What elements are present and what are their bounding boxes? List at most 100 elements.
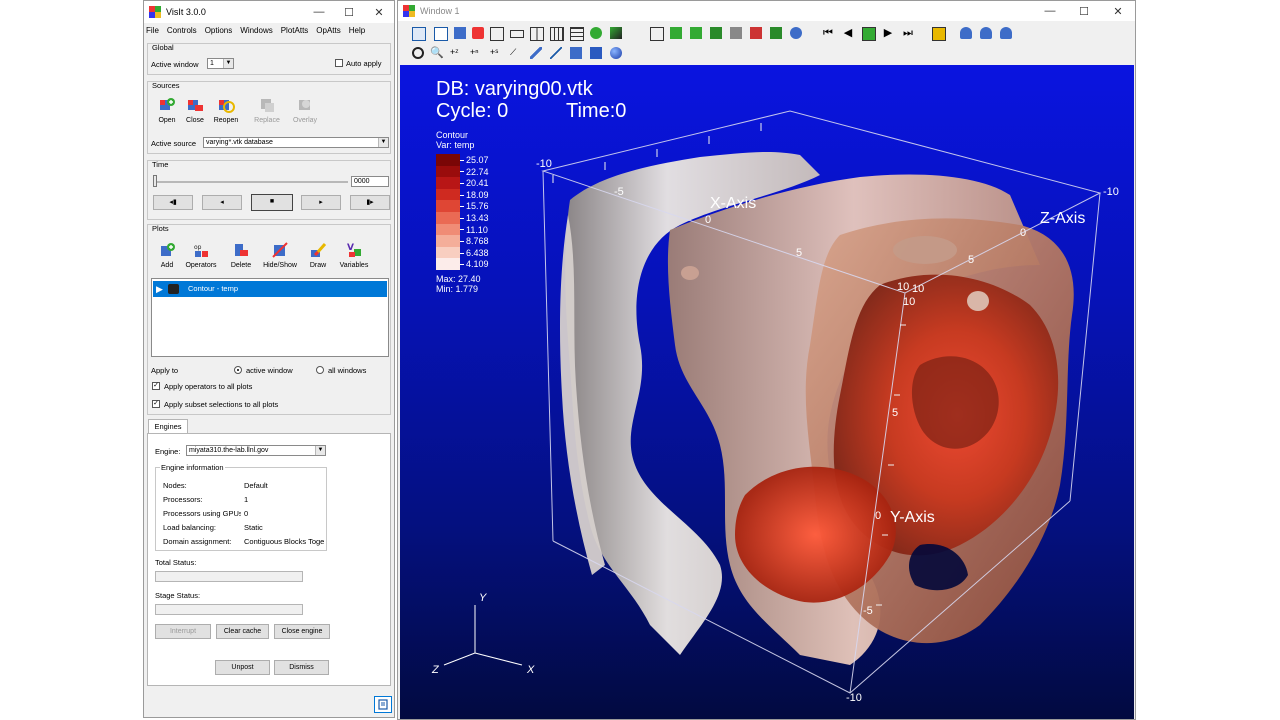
- minimize-icon[interactable]: —: [1033, 5, 1067, 17]
- add-plot-button[interactable]: Add: [151, 241, 183, 269]
- reopen-button[interactable]: Reopen: [210, 96, 242, 124]
- lock-view-icon[interactable]: [590, 27, 602, 39]
- render-canvas[interactable]: X-Axis Y-Axis Z-Axis -10 -5 0 5 10 10 5 …: [400, 65, 1134, 719]
- delete-window-icon[interactable]: [472, 27, 484, 39]
- tool-sphere-icon[interactable]: [610, 47, 622, 59]
- navigate-icon[interactable]: [412, 47, 424, 59]
- menu-plotatts[interactable]: PlotAtts: [281, 26, 309, 35]
- stop-button[interactable]: ■: [251, 194, 293, 211]
- close-source-button[interactable]: Close: [181, 96, 209, 124]
- first-frame-icon[interactable]: ⏮: [822, 27, 834, 39]
- close-icon[interactable]: ✕: [1101, 5, 1135, 18]
- copy-annotations-icon[interactable]: [690, 27, 702, 39]
- reset-view-icon[interactable]: [1000, 27, 1012, 39]
- undo-view-icon[interactable]: [960, 27, 972, 39]
- viewer-titlebar[interactable]: Window 1 — ☐ ✕: [398, 1, 1135, 21]
- apply-active-window-radio[interactable]: [234, 366, 242, 374]
- menu-file[interactable]: File: [146, 26, 159, 35]
- copy-plots-icon[interactable]: [710, 27, 722, 39]
- engine-select[interactable]: miyata310.the-lab.llnl.gov ▼: [186, 445, 326, 456]
- menu-opatts[interactable]: OpAtts: [316, 26, 340, 35]
- hide-show-button[interactable]: Hide/Show: [260, 241, 300, 269]
- plot-list-item-label: Contour - temp: [188, 284, 239, 293]
- legend-level-label: 22.74: [466, 166, 489, 177]
- variables-button[interactable]: V Variables: [334, 241, 374, 269]
- apply-subset-checkbox[interactable]: ✓: [152, 400, 160, 408]
- interrupt-button[interactable]: Interrupt: [155, 624, 211, 639]
- tool-box-icon[interactable]: [590, 47, 602, 59]
- lock-time-icon[interactable]: [610, 27, 622, 39]
- layout-2x3-icon[interactable]: [550, 27, 564, 41]
- menu-windows[interactable]: Windows: [240, 26, 272, 35]
- menu-controls[interactable]: Controls: [167, 26, 197, 35]
- plot-list-item[interactable]: ▶ Contour - temp: [153, 281, 387, 297]
- clear-all-icon[interactable]: [770, 27, 782, 39]
- operators-button[interactable]: op Operators: [181, 241, 221, 269]
- layout-3x3-icon[interactable]: [570, 27, 584, 41]
- apply-all-windows-radio[interactable]: [316, 366, 324, 374]
- close-engine-button[interactable]: Close engine: [274, 624, 330, 639]
- tool-plane-icon[interactable]: [570, 47, 582, 59]
- time-slider-track[interactable]: [154, 181, 348, 183]
- replace-button[interactable]: Replace: [251, 96, 283, 124]
- lineout-n-icon[interactable]: +ⁿ: [470, 47, 482, 59]
- draw-button[interactable]: Draw: [304, 241, 332, 269]
- time-slider-handle[interactable]: [153, 175, 157, 187]
- new-window-icon[interactable]: [434, 27, 448, 41]
- apply-all-windows-label: all windows: [328, 366, 367, 375]
- layout-2x2-icon[interactable]: [530, 27, 544, 41]
- z-tick-label: 0: [1020, 227, 1026, 239]
- reverse-play-button[interactable]: ◂: [202, 195, 242, 210]
- frame-number-input[interactable]: 0000: [351, 176, 389, 187]
- stop-animation-icon[interactable]: [862, 27, 876, 41]
- layout-1x1-icon[interactable]: [490, 27, 504, 41]
- clear-plots-icon[interactable]: [750, 27, 762, 39]
- apply-operators-checkbox[interactable]: ✓: [152, 382, 160, 390]
- lineout-icon[interactable]: [530, 47, 542, 59]
- layout-1x2-icon[interactable]: [510, 30, 524, 38]
- active-window-select[interactable]: 1 ▼: [207, 58, 234, 69]
- save-image-icon[interactable]: [932, 27, 946, 41]
- menu-help[interactable]: Help: [349, 26, 365, 35]
- copy-lighting-icon[interactable]: [670, 27, 682, 39]
- tool-line-icon[interactable]: [550, 47, 562, 59]
- overlay-database-icon: [299, 100, 310, 110]
- delete-plot-button[interactable]: Delete: [226, 241, 256, 269]
- maximize-icon[interactable]: ☐: [1067, 5, 1101, 18]
- gui-titlebar[interactable]: VisIt 3.0.0 — ☐ ✕: [144, 1, 394, 23]
- redo-view-icon[interactable]: [980, 27, 992, 39]
- step-forward-button[interactable]: ▮▸: [350, 195, 390, 210]
- zoom-icon[interactable]: 🔍: [430, 47, 444, 59]
- z-tick-label: 5: [968, 254, 974, 266]
- globe-icon[interactable]: [790, 27, 802, 39]
- active-source-select[interactable]: varying*.vtk database ▼: [203, 137, 389, 148]
- play-animation-icon[interactable]: ▶: [882, 27, 894, 39]
- expand-arrow-icon[interactable]: ▶: [156, 281, 163, 297]
- dismiss-button[interactable]: Dismiss: [274, 660, 329, 675]
- copy-view-icon[interactable]: [650, 27, 664, 41]
- engine-value: miyata310.the-lab.llnl.gov: [189, 447, 269, 454]
- clear-cache-button[interactable]: Clear cache: [216, 624, 269, 639]
- overlay-button[interactable]: Overlay: [288, 96, 322, 124]
- unpost-button[interactable]: Unpost: [215, 660, 270, 675]
- open-button[interactable]: Open: [153, 96, 181, 124]
- last-frame-icon[interactable]: ⏭: [902, 27, 914, 39]
- notepad-icon[interactable]: [374, 696, 392, 713]
- play-button[interactable]: ▸: [301, 195, 341, 210]
- viewer-title: Window 1: [420, 6, 460, 16]
- clone-window-icon[interactable]: [454, 27, 466, 39]
- plot-list[interactable]: ▶ Contour - temp: [151, 278, 389, 357]
- close-icon[interactable]: ✕: [364, 6, 394, 19]
- minimize-icon[interactable]: —: [304, 6, 334, 18]
- maximize-icon[interactable]: ☐: [334, 6, 364, 19]
- pick-node-icon[interactable]: +ˢ: [490, 47, 502, 59]
- step-back-button[interactable]: ◂▮: [153, 195, 193, 210]
- tab-engines[interactable]: Engines: [148, 419, 188, 434]
- copy-all-icon[interactable]: [730, 27, 742, 39]
- reverse-icon[interactable]: ◀: [842, 27, 854, 39]
- pick-zone-icon[interactable]: ⟋: [510, 47, 522, 59]
- menu-options[interactable]: Options: [205, 26, 233, 35]
- toggle-mode-icon[interactable]: [412, 27, 426, 41]
- lineout-z-icon[interactable]: +ᶻ: [450, 47, 462, 59]
- auto-apply-checkbox[interactable]: [335, 59, 343, 67]
